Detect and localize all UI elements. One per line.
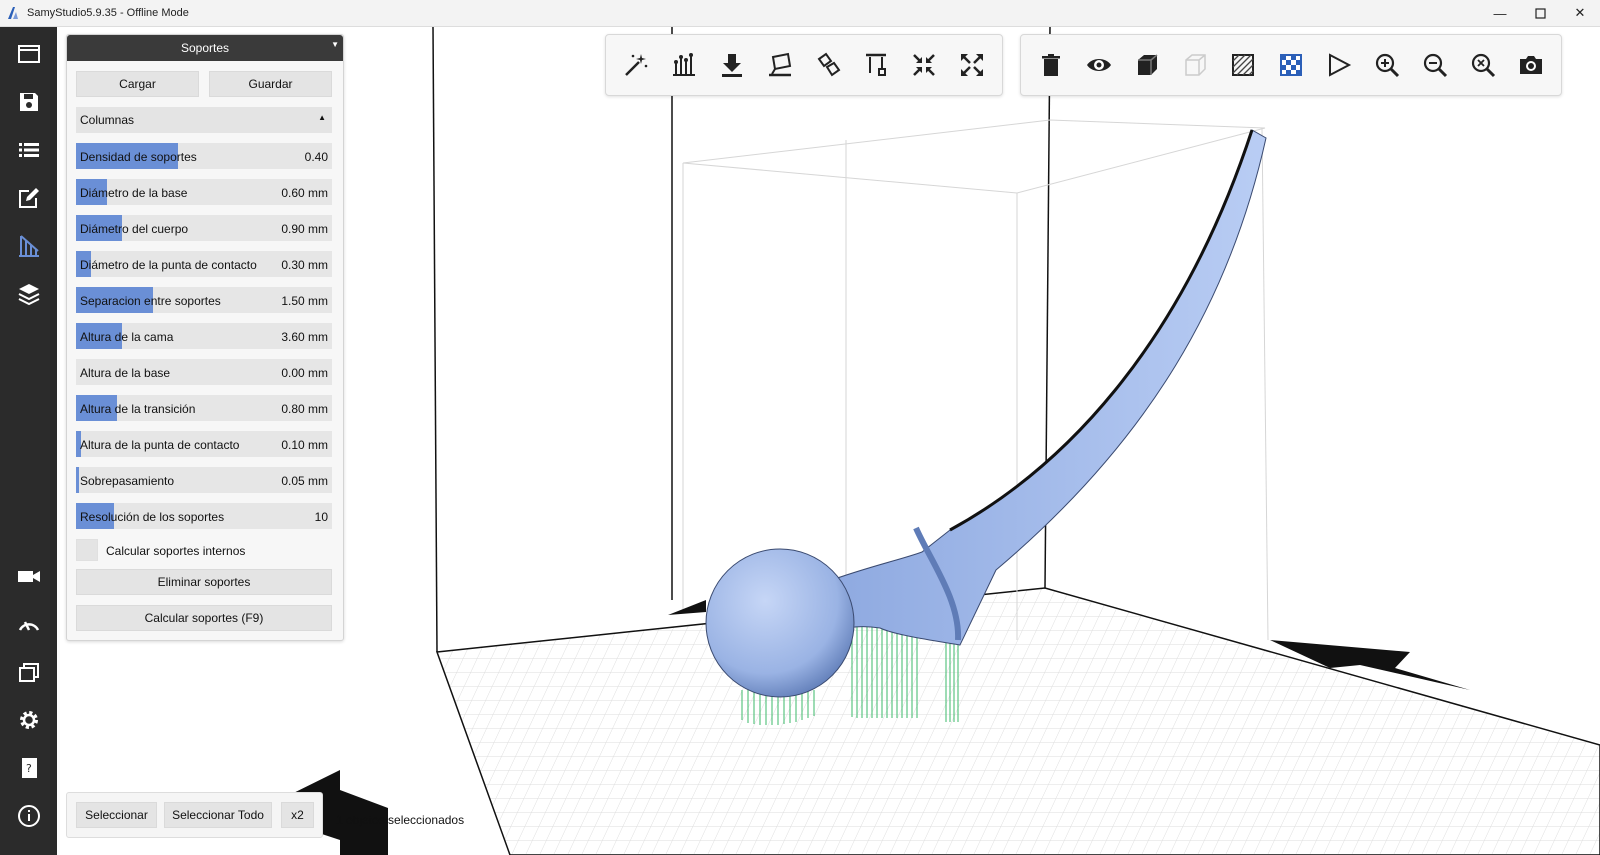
minimize-button[interactable]: — — [1480, 0, 1520, 26]
param-slider[interactable]: Sobrepasamiento 0.05 mm — [76, 467, 332, 493]
load-button[interactable]: Cargar — [76, 71, 199, 97]
app-logo-icon — [8, 7, 18, 19]
window-title: SamyStudio5.9.35 - Offline Mode — [27, 7, 189, 19]
param-label: Densidad de soportes — [80, 150, 197, 164]
chevron-up-icon: ▲ — [318, 113, 326, 122]
param-slider[interactable]: Diámetro de la punta de contacto 0.30 mm — [76, 251, 332, 277]
expand-icon[interactable] — [956, 49, 988, 81]
param-value: 0.10 mm — [281, 438, 328, 452]
supports-icon[interactable] — [0, 225, 57, 267]
param-value: 0.60 mm — [281, 186, 328, 200]
internal-supports-row[interactable]: Calcular soportes internos — [76, 539, 332, 561]
param-value: 0.00 mm — [281, 366, 328, 380]
save-button[interactable]: Guardar — [209, 71, 332, 97]
svg-text:?: ? — [26, 762, 32, 775]
hatched-view-icon[interactable] — [1227, 49, 1259, 81]
layers-icon[interactable] — [0, 273, 57, 315]
select-all-button[interactable]: Seleccionar Todo — [164, 802, 272, 828]
param-slider[interactable]: Altura de la punta de contacto 0.10 mm — [76, 431, 332, 457]
eye-icon[interactable] — [1083, 49, 1115, 81]
support-toolbar — [605, 34, 1003, 96]
param-slider[interactable]: Diámetro del cuerpo 0.90 mm — [76, 215, 332, 241]
windows-icon[interactable] — [0, 651, 57, 693]
build-plate — [435, 587, 1600, 855]
ball-model[interactable] — [705, 548, 855, 698]
camera-icon[interactable] — [0, 555, 57, 597]
auto-support-wand-icon[interactable] — [620, 49, 652, 81]
lay-flat-icon[interactable] — [764, 49, 796, 81]
zoom-in-icon[interactable] — [1371, 49, 1403, 81]
param-slider-fill — [76, 467, 80, 493]
left-sidebar: ? — [0, 27, 57, 855]
speed-icon[interactable] — [0, 603, 57, 645]
section-label: Columnas — [80, 113, 135, 127]
multiplier-button[interactable]: x2 — [281, 802, 314, 828]
param-slider[interactable]: Resolución de los soportes 10 — [76, 503, 332, 529]
param-value: 0.80 mm — [281, 402, 328, 416]
checker-view-icon[interactable] — [1275, 49, 1307, 81]
settings-icon[interactable] — [0, 699, 57, 741]
columns-section-header[interactable]: Columnas ▲ — [76, 107, 332, 133]
param-slider[interactable]: Altura de la base 0.00 mm — [76, 359, 332, 385]
internal-supports-label: Calcular soportes internos — [106, 544, 246, 558]
column-support-icon[interactable] — [860, 49, 892, 81]
panel-title: Soportes — [180, 41, 230, 55]
param-label: Resolución de los soportes — [80, 510, 225, 524]
param-label: Altura de la punta de contacto — [80, 438, 240, 452]
supports-panel: Soportes ▼ Cargar Guardar Columnas ▲ Den… — [66, 34, 344, 641]
param-value: 10 — [314, 510, 328, 524]
param-label: Altura de la transición — [80, 402, 196, 416]
close-button[interactable]: ✕ — [1560, 0, 1600, 26]
window-icon[interactable] — [0, 33, 57, 75]
param-label: Altura de la cama — [80, 330, 174, 344]
param-value: 1.50 mm — [281, 294, 328, 308]
param-label: Altura de la base — [80, 366, 171, 380]
edit-icon[interactable] — [0, 177, 57, 219]
help-book-icon[interactable]: ? — [0, 747, 57, 789]
save-icon[interactable] — [0, 81, 57, 123]
zoom-out-icon[interactable] — [1419, 49, 1451, 81]
param-value: 0.90 mm — [281, 222, 328, 236]
drop-to-bed-icon[interactable] — [716, 49, 748, 81]
title-bar: SamyStudio5.9.35 - Offline Mode — ✕ — [0, 0, 1600, 27]
supports-bars-icon[interactable] — [668, 49, 700, 81]
param-slider[interactable]: Altura de la cama 3.60 mm — [76, 323, 332, 349]
list-icon[interactable] — [0, 129, 57, 171]
compute-supports-button[interactable]: Calcular soportes (F9) — [76, 605, 332, 631]
zoom-fit-icon[interactable] — [1467, 49, 1499, 81]
param-value: 0.05 mm — [281, 474, 328, 488]
param-slider[interactable]: Densidad de soportes 0.40 — [76, 143, 332, 169]
param-value: 3.60 mm — [281, 330, 328, 344]
delete-icon[interactable] — [1035, 49, 1067, 81]
view-toolbar — [1020, 34, 1562, 96]
select-button[interactable]: Seleccionar — [76, 802, 157, 828]
flag-icon[interactable] — [1323, 49, 1355, 81]
param-label: Diámetro de la base — [80, 186, 188, 200]
param-value: 0.40 — [304, 150, 328, 164]
horn-model[interactable] — [825, 129, 1267, 646]
collapse-icon[interactable]: ▼ — [331, 40, 339, 49]
panel-header[interactable]: Soportes ▼ — [67, 35, 343, 61]
param-label: Diámetro del cuerpo — [80, 222, 189, 236]
param-slider[interactable]: Separacion entre soportes 1.50 mm — [76, 287, 332, 313]
internal-supports-checkbox[interactable] — [76, 539, 98, 561]
shrink-icon[interactable] — [908, 49, 940, 81]
param-label: Diámetro de la punta de contacto — [80, 258, 257, 272]
screenshot-camera-icon[interactable] — [1515, 49, 1547, 81]
rotate-face-icon[interactable] — [812, 49, 844, 81]
param-label: Separacion entre soportes — [80, 294, 221, 308]
param-label: Sobrepasamiento — [80, 474, 175, 488]
param-slider[interactable]: Altura de la transición 0.80 mm — [76, 395, 332, 421]
selection-bar: Seleccionar Seleccionar Todo x2 — [66, 792, 323, 838]
selection-status: 1 objetos seleccionados — [336, 813, 465, 827]
wire-cube-icon[interactable] — [1179, 49, 1211, 81]
info-icon[interactable] — [0, 795, 57, 837]
maximize-button[interactable] — [1520, 0, 1560, 26]
remove-supports-button[interactable]: Eliminar soportes — [76, 569, 332, 595]
solid-cube-icon[interactable] — [1131, 49, 1163, 81]
param-slider[interactable]: Diámetro de la base 0.60 mm — [76, 179, 332, 205]
param-value: 0.30 mm — [281, 258, 328, 272]
